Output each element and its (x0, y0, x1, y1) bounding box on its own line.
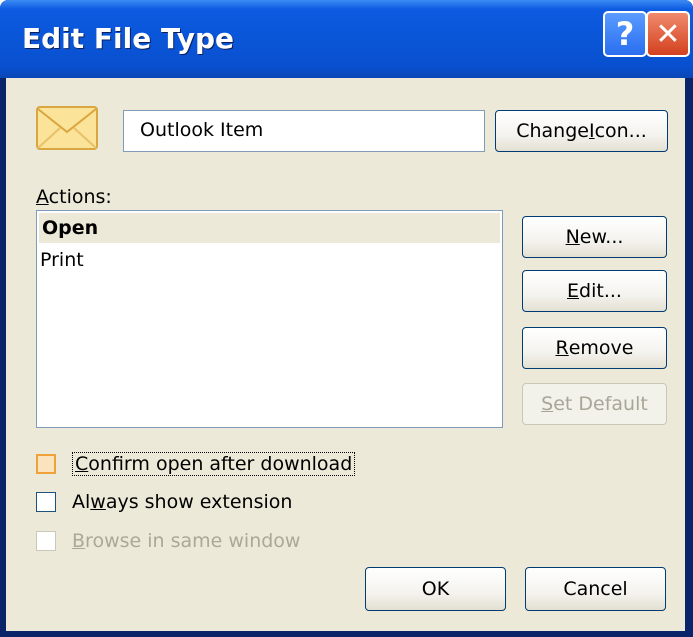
title-bar[interactable]: Edit File Type ? ✕ (0, 0, 693, 78)
always-show-extension-checkbox[interactable] (36, 492, 56, 512)
dialog-body: Outlook Item Change Icon... Actions: Ope… (6, 78, 685, 631)
browse-same-window-row[interactable]: Browse in same window (36, 530, 300, 552)
change-icon-button[interactable]: Change Icon... (495, 110, 668, 152)
help-icon: ? (615, 15, 635, 53)
close-icon: ✕ (655, 16, 681, 52)
envelope-icon (36, 106, 98, 150)
list-item[interactable]: Open (39, 213, 500, 243)
actions-list[interactable]: Open Print (36, 210, 503, 428)
file-type-name-input[interactable]: Outlook Item (123, 110, 485, 152)
edit-file-type-dialog: Edit File Type ? ✕ Outlook Item Change I… (0, 0, 693, 637)
help-button[interactable]: ? (603, 11, 647, 57)
dialog-title: Edit File Type (22, 22, 235, 55)
confirm-open-label: Confirm open after download (72, 452, 356, 476)
close-button[interactable]: ✕ (646, 11, 690, 57)
always-show-extension-label: Always show extension (72, 491, 293, 513)
confirm-open-checkbox-row[interactable]: Confirm open after download (36, 452, 356, 476)
remove-action-button[interactable]: Remove (522, 327, 667, 369)
actions-label: Actions: (36, 186, 112, 208)
list-item[interactable]: Print (37, 245, 502, 275)
cancel-button[interactable]: Cancel (525, 567, 666, 611)
ok-button[interactable]: OK (365, 567, 506, 611)
always-show-extension-row[interactable]: Always show extension (36, 491, 292, 513)
browse-same-window-checkbox[interactable] (36, 531, 56, 551)
confirm-open-checkbox[interactable] (36, 454, 56, 474)
set-default-button[interactable]: Set Default (522, 383, 667, 425)
browse-same-window-label: Browse in same window (72, 530, 301, 552)
edit-action-button[interactable]: Edit... (522, 270, 667, 312)
new-action-button[interactable]: New... (522, 216, 667, 258)
